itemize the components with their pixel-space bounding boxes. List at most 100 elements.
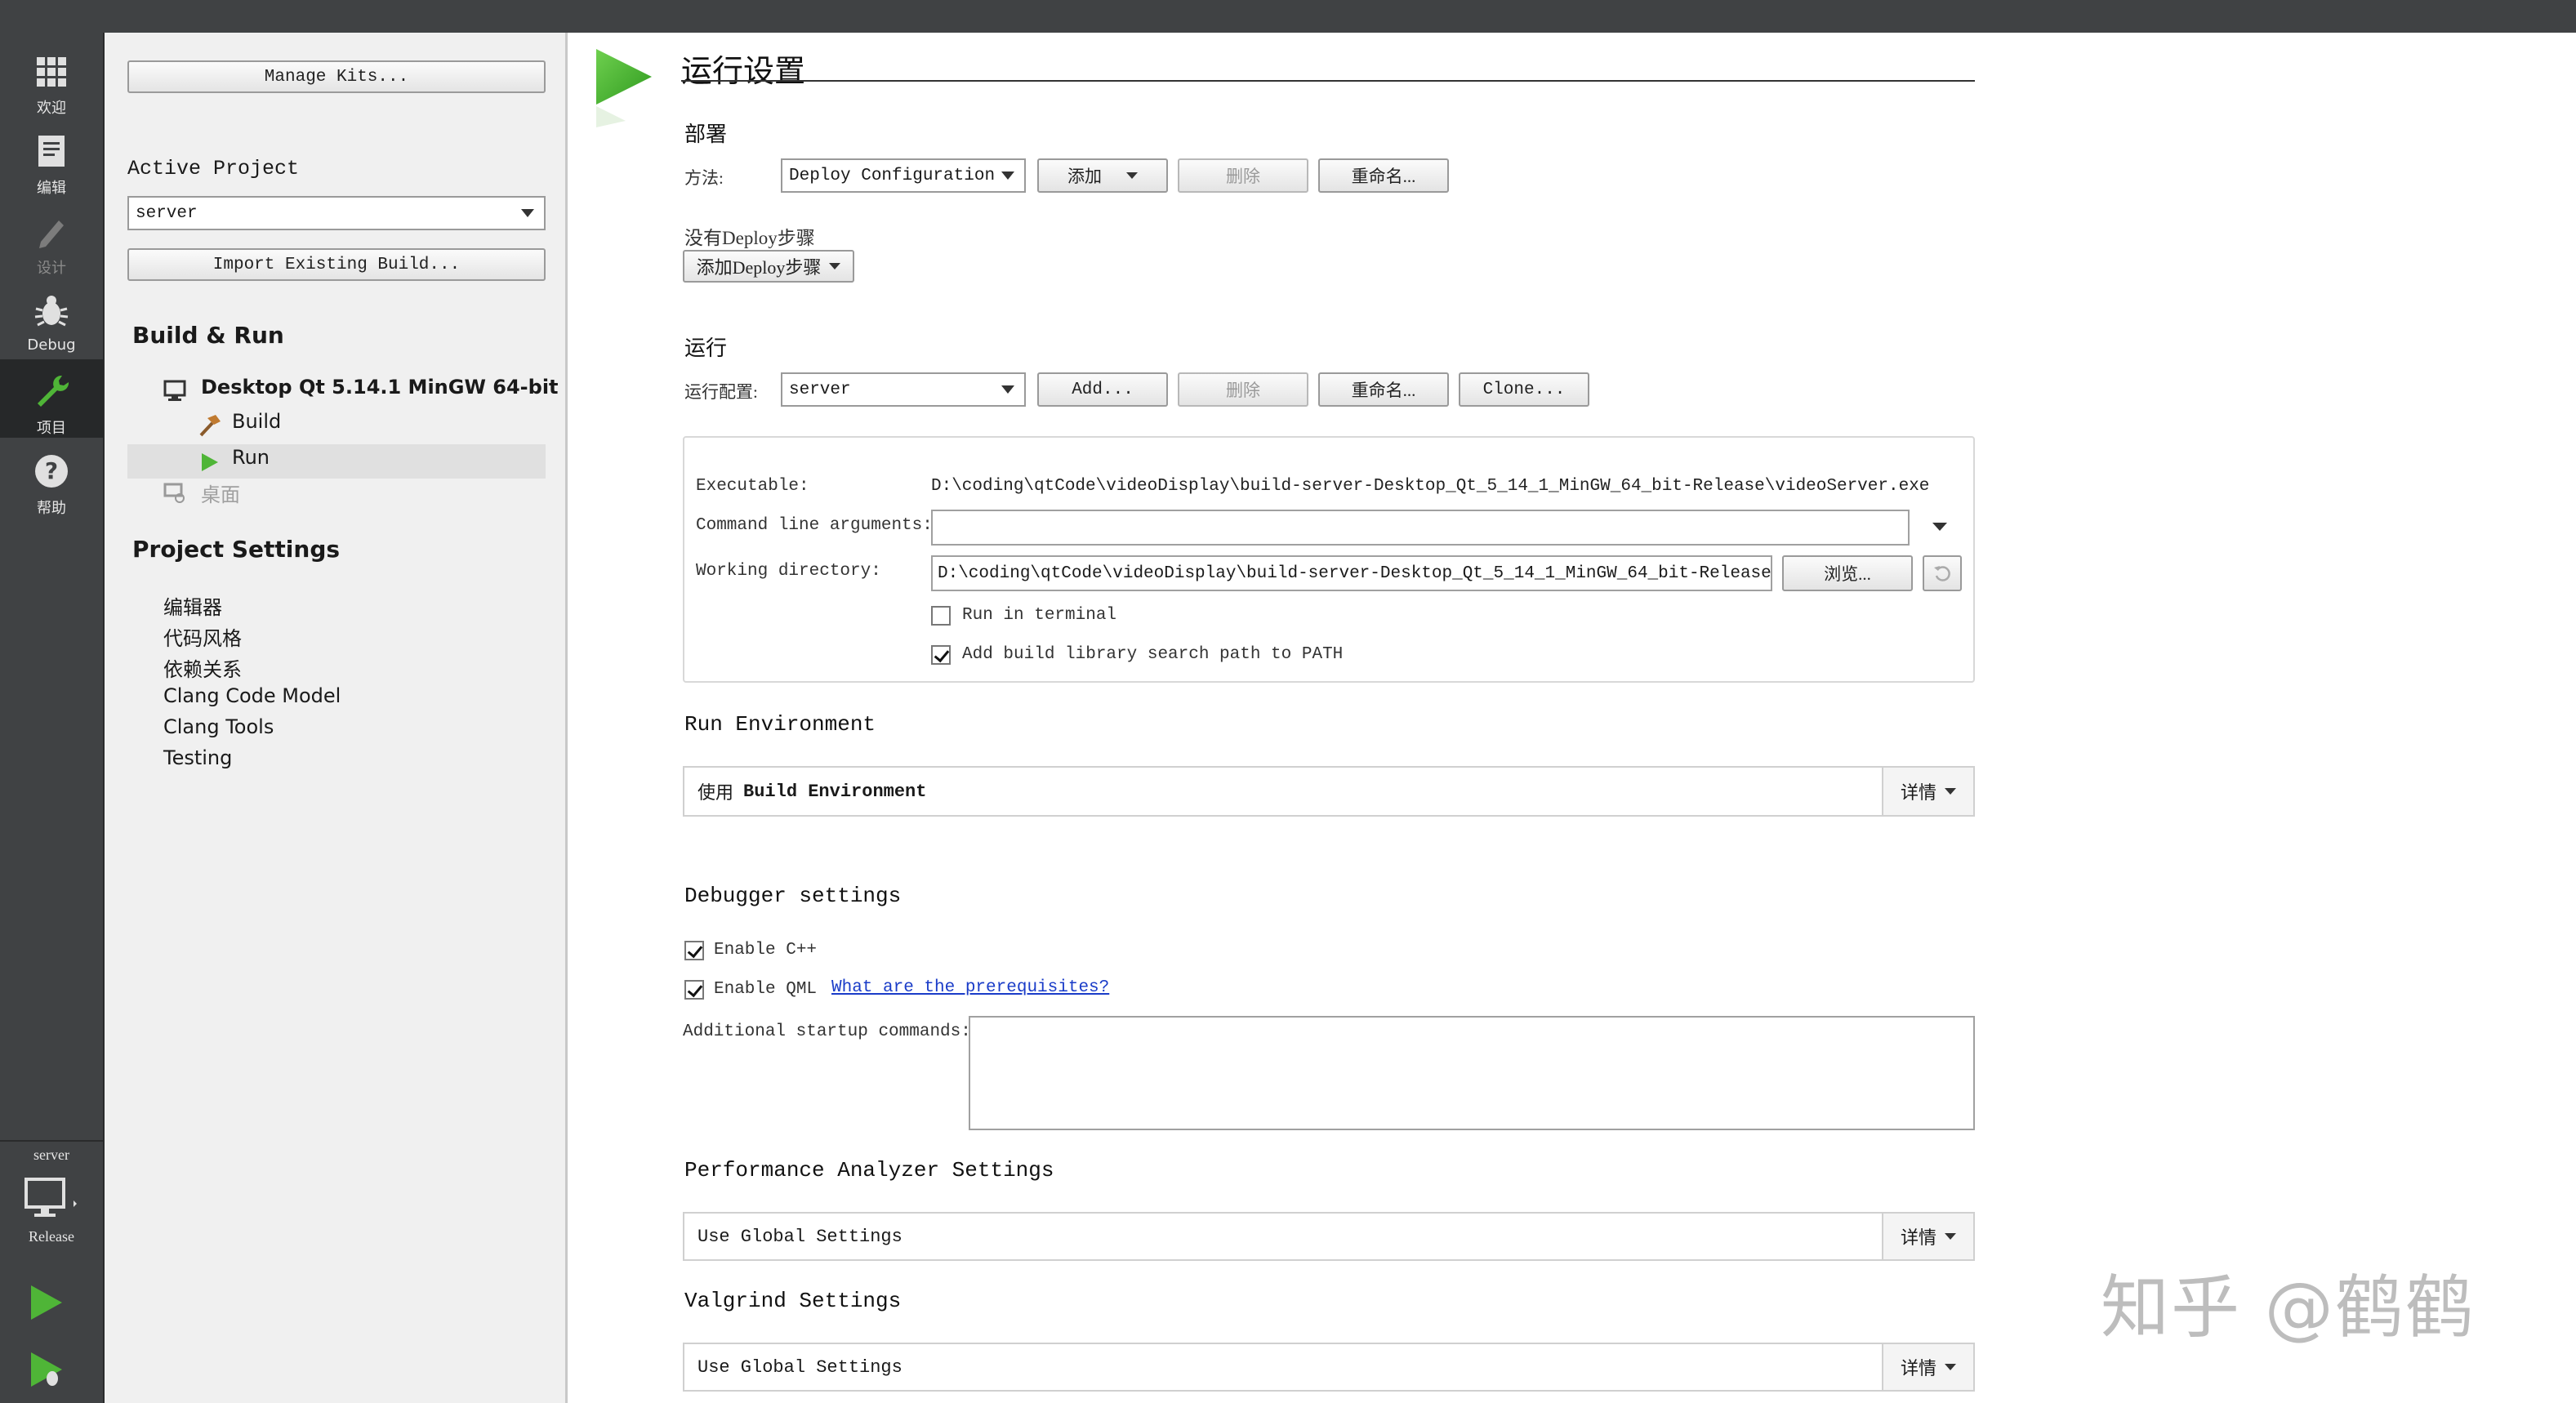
- run-heading: 运行: [684, 336, 728, 360]
- document-icon: [38, 136, 65, 167]
- run-button[interactable]: [28, 1282, 65, 1323]
- deploy-remove-button[interactable]: 删除: [1178, 158, 1308, 193]
- perf-bar: Use Global Settings 详情: [683, 1212, 1975, 1261]
- deploy-heading: 部署: [684, 122, 728, 146]
- project-pane: Manage Kits... Active Project server Imp…: [105, 33, 568, 1403]
- add-deploy-step-label: 添加Deploy步骤: [696, 257, 822, 278]
- mode-label: 编辑: [37, 180, 66, 197]
- page-title: 运行设置: [681, 55, 806, 89]
- deploy-add-button[interactable]: 添加: [1037, 158, 1168, 193]
- run-config-value: server: [789, 380, 851, 399]
- settings-item-testing[interactable]: Testing: [163, 746, 232, 769]
- grid-icon: [37, 57, 66, 87]
- monitor-gear-icon: [163, 482, 186, 505]
- run-add-button[interactable]: Add...: [1037, 372, 1168, 407]
- target-config-label: Release: [29, 1228, 74, 1245]
- run-in-terminal-checkbox[interactable]: [931, 606, 951, 626]
- chevron-down-icon: [829, 263, 841, 269]
- deploy-method-label: 方法:: [684, 168, 724, 188]
- run-rename-button[interactable]: 重命名...: [1318, 372, 1449, 407]
- details-label: 详情: [1900, 1358, 1936, 1379]
- mode-bar: 欢迎 编辑 设计 Debug 项目 ? 帮助 server Release: [0, 33, 105, 1403]
- run-env-prefix: 使用: [697, 782, 734, 803]
- startup-commands-label: Additional startup commands:: [683, 1022, 971, 1041]
- workdir-input[interactable]: D:\coding\qtCode\videoDisplay\build-serv…: [931, 555, 1772, 591]
- mode-projects[interactable]: 项目: [0, 359, 103, 438]
- run-icon: [202, 453, 218, 471]
- perf-heading: Performance Analyzer Settings: [684, 1158, 1054, 1183]
- mode-label: Debug: [27, 336, 76, 354]
- args-input[interactable]: [931, 510, 1910, 546]
- mode-help[interactable]: ? 帮助: [0, 439, 103, 518]
- debug-run-button[interactable]: [28, 1349, 65, 1390]
- executable-value: D:\coding\qtCode\videoDisplay\build-serv…: [931, 477, 1930, 496]
- no-deploy-steps-label: 没有Deploy步骤: [684, 228, 815, 248]
- chevron-down-icon: [1945, 788, 1956, 795]
- settings-item-clang-tools[interactable]: Clang Tools: [163, 715, 274, 738]
- args-history-chevron-icon[interactable]: [1932, 523, 1947, 531]
- target-selector[interactable]: [23, 1176, 80, 1228]
- reset-button[interactable]: [1923, 555, 1962, 591]
- details-label: 详情: [1900, 782, 1936, 803]
- startup-commands-input[interactable]: [969, 1016, 1975, 1130]
- debug-run-icon: [31, 1352, 62, 1387]
- enable-qml-label: Enable QML: [714, 980, 818, 999]
- settings-item-clang-code-model[interactable]: Clang Code Model: [163, 684, 341, 707]
- manage-kits-button[interactable]: Manage Kits...: [127, 60, 546, 93]
- build-run-heading: Build & Run: [132, 322, 284, 349]
- run-icon: [31, 1285, 62, 1320]
- chevron-down-icon: [1945, 1233, 1956, 1240]
- chevron-down-icon: [521, 209, 534, 217]
- debugger-heading: Debugger settings: [684, 884, 902, 908]
- mode-label: 帮助: [37, 500, 66, 517]
- monitor-icon: [163, 379, 188, 402]
- run-item[interactable]: Run: [127, 444, 546, 479]
- watermark: 知乎 @鹤鹤: [2101, 1267, 2476, 1347]
- enable-cpp-checkbox[interactable]: [684, 941, 704, 960]
- run-clone-button[interactable]: Clone...: [1459, 372, 1589, 407]
- add-lib-path-checkbox[interactable]: [931, 645, 951, 665]
- run-env-heading: Run Environment: [684, 712, 876, 737]
- enable-qml-checkbox[interactable]: [684, 980, 704, 1000]
- active-project-combo[interactable]: server: [127, 196, 546, 230]
- mode-debug[interactable]: Debug: [0, 279, 103, 358]
- mode-edit[interactable]: 编辑: [0, 119, 103, 198]
- run-env-details-button[interactable]: 详情: [1882, 768, 1973, 815]
- import-build-button[interactable]: Import Existing Build...: [127, 248, 546, 281]
- workdir-label: Working directory:: [696, 562, 881, 581]
- valgrind-details-button[interactable]: 详情: [1882, 1344, 1973, 1390]
- run-item-label: Run: [232, 446, 270, 469]
- add-lib-path-label: Add build library search path to PATH: [962, 645, 1344, 664]
- settings-item-dependencies[interactable]: 依赖关系: [163, 653, 242, 682]
- build-item[interactable]: Build: [232, 410, 281, 433]
- enable-cpp-label: Enable C++: [714, 941, 818, 960]
- help-icon: ?: [35, 455, 68, 488]
- run-config-combo[interactable]: server: [781, 372, 1026, 407]
- kit-item[interactable]: Desktop Qt 5.14.1 MinGW 64-bit: [201, 376, 559, 399]
- mode-welcome[interactable]: 欢迎: [0, 39, 103, 118]
- valgrind-bar: Use Global Settings 详情: [683, 1343, 1975, 1392]
- chevron-down-icon: [1945, 1364, 1956, 1370]
- details-label: 详情: [1900, 1227, 1936, 1248]
- mode-design[interactable]: 设计: [0, 199, 103, 278]
- chevron-down-icon: [1001, 385, 1014, 394]
- desktop-item[interactable]: 桌面: [201, 479, 240, 507]
- deploy-rename-button[interactable]: 重命名...: [1318, 158, 1449, 193]
- mode-label: 设计: [37, 260, 66, 277]
- run-settings-icon: [593, 47, 657, 129]
- browse-button[interactable]: 浏览...: [1782, 555, 1913, 591]
- perf-details-button[interactable]: 详情: [1882, 1214, 1973, 1259]
- pencil-icon: [39, 220, 64, 248]
- run-env-bar: 使用 Build Environment 详情: [683, 766, 1975, 817]
- mode-label: 项目: [37, 420, 66, 437]
- settings-item-editor[interactable]: 编辑器: [163, 591, 222, 620]
- svg-text:?: ?: [45, 457, 58, 484]
- add-deploy-step-button[interactable]: 添加Deploy步骤: [683, 250, 854, 283]
- deploy-method-combo[interactable]: Deploy Configuration: [781, 158, 1026, 193]
- wrench-icon: [38, 375, 69, 407]
- prerequisites-link[interactable]: What are the prerequisites?: [831, 978, 1109, 997]
- deploy-method-value: Deploy Configuration: [789, 166, 996, 185]
- run-remove-button[interactable]: 删除: [1178, 372, 1308, 407]
- run-env-summary: 使用 Build Environment: [697, 768, 926, 815]
- settings-item-code-style[interactable]: 代码风格: [163, 622, 242, 651]
